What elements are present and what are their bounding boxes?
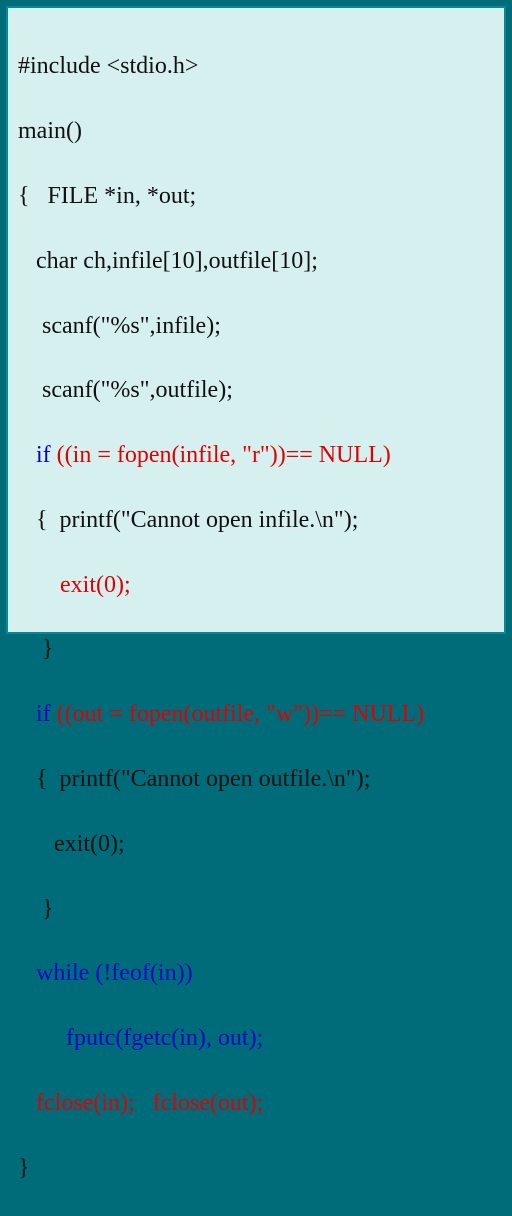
code-line: #include <stdio.h> [18, 50, 494, 82]
code-line: } [18, 633, 494, 665]
code-line: fputc(fgetc(in), out); [18, 1022, 494, 1054]
code-line: { printf("Cannot open outfile.\n"); [18, 763, 494, 795]
code-line: { printf("Cannot open infile.\n"); [18, 504, 494, 536]
fopen-expr: ((out = fopen(outfile, "w"))== NULL) [57, 701, 424, 727]
keyword-if: if [18, 701, 57, 727]
code-line: exit(0); [18, 569, 494, 601]
code-line: char ch,infile[10],outfile[10]; [18, 245, 494, 277]
code-line: fclose(in); fclose(out); [18, 1087, 494, 1119]
keyword-if: if [18, 442, 57, 468]
code-panel: #include <stdio.h> main() { FILE *in, *o… [6, 6, 506, 634]
code-line: exit(0); [18, 828, 494, 860]
code-line: if ((in = fopen(infile, "r"))== NULL) [18, 439, 494, 471]
fopen-expr: ((in = fopen(infile, "r"))== NULL) [57, 442, 391, 468]
code-line: } [18, 1152, 494, 1184]
code-line: main() [18, 115, 494, 147]
code-line: { FILE *in, *out; [18, 180, 494, 212]
code-line: scanf("%s",infile); [18, 310, 494, 342]
code-line: scanf("%s",outfile); [18, 374, 494, 406]
code-line: while (!feof(in)) [18, 957, 494, 989]
code-line: if ((out = fopen(outfile, "w"))== NULL) [18, 698, 494, 730]
code-line: } [18, 893, 494, 925]
